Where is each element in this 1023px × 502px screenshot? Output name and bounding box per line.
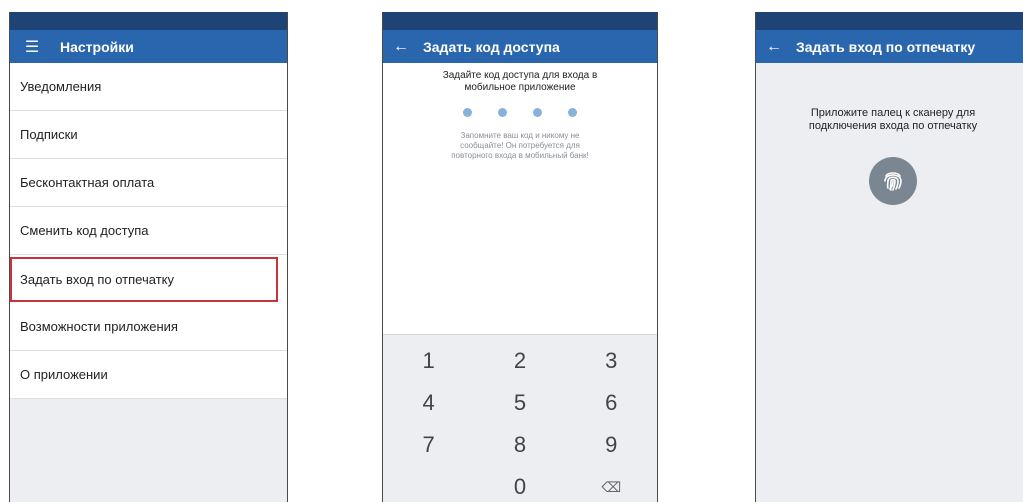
key-7[interactable]: 7: [383, 424, 474, 466]
fingerprint-icon: [869, 157, 917, 205]
numeric-keypad: 1 2 3 4 5 6 7 8 9 0 ⌫: [383, 334, 657, 502]
prompt-line: Задайте код доступа для входа в: [442, 70, 598, 81]
menu-item-label: Сменить код доступа: [20, 223, 149, 238]
passcode-prompt: Задайте код доступа для входа в мобильно…: [383, 70, 657, 94]
note-line: Запомните ваш код и никому не: [460, 131, 580, 140]
settings-menu: Уведомления Подписки Бесконтактная оплат…: [10, 63, 287, 399]
menu-item-subscriptions[interactable]: Подписки: [10, 111, 287, 159]
status-bar: [10, 12, 287, 30]
key-5[interactable]: 5: [474, 382, 565, 424]
note-line: повторного входа в мобильный банк!: [451, 151, 589, 160]
back-arrow-icon[interactable]: ←: [764, 38, 784, 56]
key-1[interactable]: 1: [383, 340, 474, 382]
settings-screen: ☰ Настройки Уведомления Подписки Бесконт…: [9, 12, 288, 502]
pin-dot: [463, 108, 472, 117]
menu-item-label: Подписки: [20, 127, 78, 142]
key-6[interactable]: 6: [566, 382, 657, 424]
fingerprint-screen: ← Задать вход по отпечатку Приложите пал…: [755, 12, 1023, 502]
page-title: Настройки: [60, 38, 134, 55]
pin-dots: [383, 108, 657, 117]
key-empty: [383, 466, 474, 502]
menu-item-contactless-payment[interactable]: Бесконтактная оплата: [10, 159, 287, 207]
key-4[interactable]: 4: [383, 382, 474, 424]
page-title: Задать вход по отпечатку: [796, 38, 976, 55]
pin-dot: [533, 108, 542, 117]
key-8[interactable]: 8: [474, 424, 565, 466]
pin-dot: [568, 108, 577, 117]
passcode-screen: ← Задать код доступа Задайте код доступа…: [382, 12, 658, 502]
key-9[interactable]: 9: [566, 424, 657, 466]
menu-item-label: Бесконтактная оплата: [20, 175, 155, 190]
menu-item-label: Уведомления: [20, 79, 102, 94]
app-bar: ☰ Настройки: [10, 30, 287, 63]
menu-item-about[interactable]: О приложении: [10, 351, 287, 399]
instruction-line: Приложите палец к сканеру для: [810, 107, 976, 119]
hamburger-menu-icon[interactable]: ☰: [22, 37, 42, 57]
key-3[interactable]: 3: [566, 340, 657, 382]
key-0[interactable]: 0: [474, 466, 565, 502]
back-arrow-icon[interactable]: ←: [391, 38, 411, 56]
key-2[interactable]: 2: [474, 340, 565, 382]
page-title: Задать код доступа: [423, 38, 560, 55]
menu-item-label: Задать вход по отпечатку: [20, 272, 174, 287]
fingerprint-instructions: Приложите палец к сканеру для подключени…: [756, 107, 1023, 133]
app-bar: ← Задать вход по отпечатку: [756, 30, 1023, 63]
backspace-icon[interactable]: ⌫: [566, 466, 657, 502]
passcode-note: Запомните ваш код и никому не сообщайте!…: [383, 131, 657, 161]
app-bar: ← Задать код доступа: [383, 30, 657, 63]
menu-item-notifications[interactable]: Уведомления: [10, 63, 287, 111]
menu-item-label: Возможности приложения: [20, 319, 178, 334]
note-line: сообщайте! Он потребуется для: [460, 141, 580, 150]
prompt-line: мобильное приложение: [464, 82, 576, 93]
status-bar: [756, 12, 1023, 30]
instruction-line: подключения входа по отпечатку: [808, 120, 978, 132]
menu-item-app-features[interactable]: Возможности приложения: [10, 303, 287, 351]
pin-dot: [498, 108, 507, 117]
status-bar: [383, 12, 657, 30]
menu-item-label: О приложении: [20, 367, 108, 382]
menu-item-change-passcode[interactable]: Сменить код доступа: [10, 207, 287, 255]
menu-item-fingerprint-login[interactable]: Задать вход по отпечатку: [10, 257, 278, 302]
